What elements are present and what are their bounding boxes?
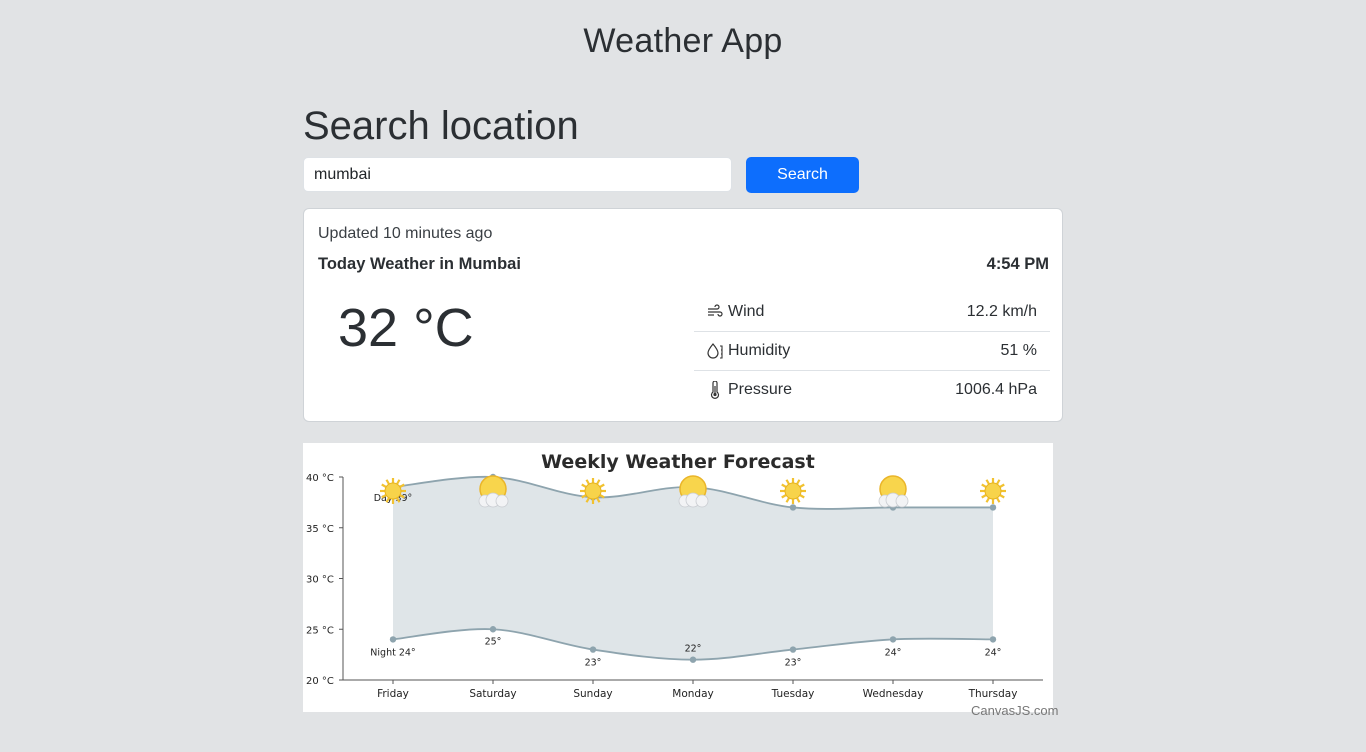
stat-value: 12.2 km/h: [966, 303, 1037, 320]
night-data-label: 23°: [585, 658, 602, 669]
sun-cloud-icon: [478, 475, 509, 508]
today-weather-title: Today Weather in Mumbai: [318, 255, 521, 273]
y-tick-label: 25 °C: [306, 625, 334, 636]
thermometer-icon: [710, 381, 720, 399]
weekly-forecast-chart: Weekly Weather Forecast 20 °C 25 °C 30 °C 35…: [303, 443, 1053, 712]
stat-row-humidity: Humidity 51 %: [694, 332, 1050, 371]
current-weather-card: Updated 10 minutes ago Today Weather in …: [303, 208, 1063, 422]
x-tick-label: Tuesday: [771, 688, 815, 700]
sun-cloud-icon: [878, 475, 909, 508]
x-tick-label: Wednesday: [863, 688, 924, 700]
x-tick-label: Friday: [377, 688, 409, 700]
x-tick-label: Thursday: [968, 688, 1018, 700]
search-button[interactable]: Search: [746, 157, 859, 193]
stat-value: 51 %: [1000, 342, 1037, 359]
night-point: [989, 636, 997, 643]
night-point: [589, 646, 597, 653]
night-data-label: 25°: [485, 636, 502, 647]
stat-label: Humidity: [728, 342, 791, 359]
sun-icon: [980, 478, 1006, 504]
stat-value: 1006.4 hPa: [955, 381, 1037, 398]
night-point: [389, 636, 397, 643]
wind-icon: [708, 304, 723, 317]
search-input[interactable]: [303, 157, 732, 192]
night-data-label: 24°: [985, 647, 1002, 658]
day-point: [989, 504, 997, 511]
sun-cloud-icon: [678, 475, 709, 508]
day-point: [789, 504, 797, 511]
x-tick-label: Saturday: [469, 688, 516, 700]
night-point: [689, 656, 697, 663]
night-data-label: 23°: [785, 658, 802, 669]
night-data-label: Night 24°: [370, 647, 415, 658]
forecast-chart-svg: Weekly Weather Forecast 20 °C 25 °C 30 °C 35…: [306, 451, 1043, 700]
sun-icon: [780, 478, 806, 504]
humidity-icon: [707, 343, 723, 359]
updated-text: Updated 10 minutes ago: [318, 225, 493, 242]
canvasjs-credit-link[interactable]: CanvasJS.com: [971, 703, 1058, 718]
y-tick-label: 20 °C: [306, 676, 334, 687]
y-tick-label: 35 °C: [306, 524, 334, 535]
stat-label: Pressure: [728, 381, 793, 398]
x-tick-label: Sunday: [573, 688, 612, 700]
y-tick-label: 40 °C: [306, 473, 334, 484]
chart-title: Weekly Weather Forecast: [541, 451, 815, 473]
stat-label: Wind: [728, 303, 765, 320]
night-point: [789, 646, 797, 653]
y-tick-label: 30 °C: [306, 575, 334, 586]
stat-row-pressure: Pressure 1006.4 hPa: [694, 371, 1050, 410]
search-heading: Search location: [303, 104, 579, 148]
stat-row-wind: Wind 12.2 km/h: [694, 293, 1050, 332]
night-data-label: 24°: [885, 647, 902, 658]
weather-stats-table: Wind 12.2 km/h Humidity 51 % Pressure 10…: [694, 293, 1050, 410]
x-tick-label: Monday: [672, 688, 713, 700]
night-point: [889, 636, 897, 643]
app-title: Weather App: [583, 22, 783, 60]
night-data-label: 22°: [685, 644, 702, 655]
current-temperature: 32 °C: [338, 298, 474, 358]
current-time: 4:54 PM: [986, 255, 1049, 273]
night-point: [489, 626, 497, 633]
